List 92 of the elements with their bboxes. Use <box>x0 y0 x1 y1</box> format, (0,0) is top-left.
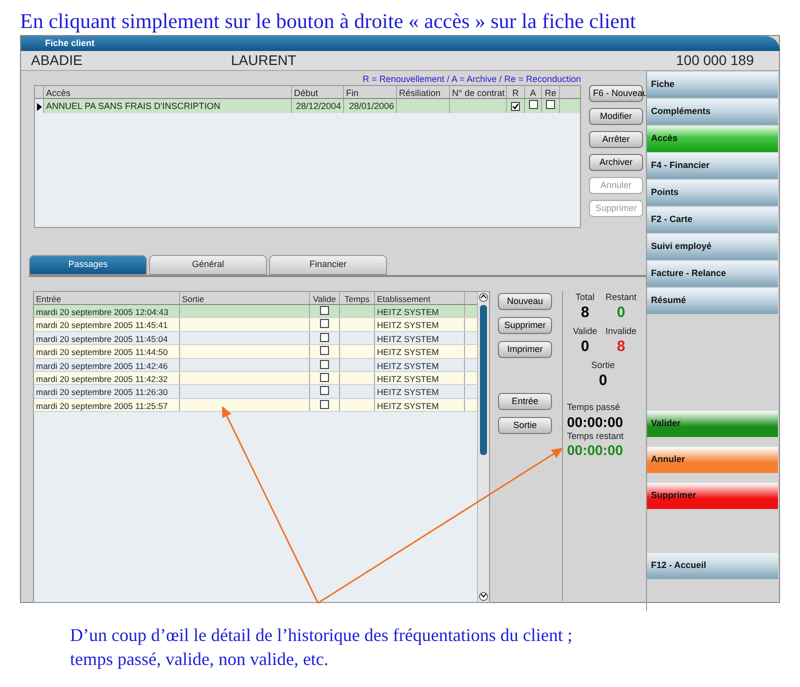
sidebar-button[interactable]: Accès <box>647 126 778 152</box>
column-header: Résiliation <box>397 86 450 98</box>
column-header: Fin <box>344 86 397 98</box>
sidebar-button[interactable]: F2 - Carte <box>647 207 778 233</box>
stat-label: Restant <box>605 291 637 304</box>
legend-text: R = Renouvellement / A = Archive / Re = Reconduction <box>362 73 581 85</box>
checkbox[interactable] <box>528 100 538 109</box>
tab[interactable]: Passages <box>29 255 147 275</box>
column-header: Accès <box>44 86 292 98</box>
action-button[interactable]: Nouveau <box>498 293 552 310</box>
column-header: Sortie <box>180 292 310 304</box>
action-button[interactable]: Modifier <box>589 108 643 125</box>
stat-value: 0 <box>598 372 608 389</box>
sidebar-button[interactable]: Valider <box>647 411 778 437</box>
column-header: N° de contrat <box>450 86 507 98</box>
window-title: Fiche client <box>21 36 780 51</box>
tab[interactable]: Général <box>149 255 267 275</box>
action-button[interactable]: Imprimer <box>498 341 552 358</box>
last-name: ABADIE <box>30 51 84 70</box>
sidebar-button[interactable]: Facture - Relance <box>647 261 778 287</box>
stat-label: Temps restant <box>567 430 625 443</box>
scrollbar[interactable] <box>477 292 489 602</box>
table-cell: mardi 20 septembre 2005 11:44:50 <box>34 345 180 358</box>
table-cell: HEITZ SYSTEM <box>375 305 465 318</box>
sidebar-button[interactable]: Supprimer <box>647 483 778 509</box>
checkbox[interactable] <box>546 100 555 109</box>
table-cell: HEITZ SYSTEM <box>375 372 465 384</box>
caption: En cliquant simplement sur le bouton à droite « accès » sur la fiche client <box>19 8 637 35</box>
checkbox[interactable] <box>320 346 329 356</box>
table-cell: 28/12/2004 <box>292 99 344 113</box>
checkbox[interactable] <box>320 360 329 369</box>
table-cell: 28/01/2006 <box>344 99 397 113</box>
table-cell: HEITZ SYSTEM <box>375 358 465 371</box>
table-cell: mardi 20 septembre 2005 11:42:32 <box>34 372 180 384</box>
action-button[interactable]: Entrée <box>498 393 552 410</box>
stat-value: 0 <box>616 304 626 321</box>
sidebar-button[interactable]: F4 - Financier <box>647 153 778 179</box>
column-header: R <box>507 86 525 98</box>
column-header: Valide <box>310 292 340 304</box>
table-cell: ANNUEL PA SANS FRAIS D'INSCRIPTION <box>44 99 292 113</box>
column-header: Entrée <box>34 292 180 304</box>
action-button[interactable]: Sortie <box>498 417 552 434</box>
scroll-up-icon[interactable] <box>479 293 488 302</box>
stat-value: 8 <box>616 338 626 355</box>
table-cell: mardi 20 septembre 2005 11:25:57 <box>34 398 180 412</box>
sidebar-button[interactable]: F12 - Accueil <box>647 553 778 579</box>
table-cell: HEITZ SYSTEM <box>375 332 465 344</box>
first-name: LAURENT <box>231 51 298 70</box>
table-cell: HEITZ SYSTEM <box>375 318 465 331</box>
table-cell: mardi 20 septembre 2005 12:04:43 <box>34 305 180 318</box>
action-button[interactable]: Arrêter <box>589 131 643 148</box>
checkbox[interactable] <box>320 400 329 409</box>
table-cell: HEITZ SYSTEM <box>375 385 465 398</box>
column-header: A <box>525 86 542 98</box>
column-header: Temps <box>340 292 375 304</box>
action-button[interactable]: Archiver <box>589 154 643 171</box>
stat-label: Invalide <box>605 325 637 338</box>
scroll-down-icon[interactable] <box>479 592 488 601</box>
checkbox[interactable] <box>320 386 329 396</box>
client-number: 100 000 189 <box>676 51 754 70</box>
checkbox[interactable] <box>320 332 329 342</box>
table-cell: HEITZ SYSTEM <box>375 345 465 358</box>
time-value: 00:00:00 <box>567 414 624 430</box>
column-header: Etablissement <box>375 292 465 304</box>
table-cell: mardi 20 septembre 2005 11:45:41 <box>34 318 180 331</box>
checkbox[interactable] <box>320 372 329 382</box>
column-header: Début <box>292 86 344 98</box>
sidebar-button[interactable]: Résumé <box>647 288 778 314</box>
stat-label: Temps passé <box>567 401 622 414</box>
stat-label: Sortie <box>591 359 615 372</box>
checkbox[interactable] <box>320 319 329 328</box>
action-button[interactable]: Supprimer <box>498 317 552 334</box>
sidebar-button[interactable]: Annuler <box>647 447 778 473</box>
sidebar-button[interactable]: Fiche <box>647 72 778 98</box>
stat-value: 8 <box>580 304 590 321</box>
tab[interactable]: Financier <box>269 255 387 275</box>
time-value: 00:00:00 <box>567 443 624 459</box>
caption: D’un coup d’œil le détail de l’historique des fréquentations du client ; temps passé, valide, non valide, etc. <box>70 624 574 672</box>
column-header: Re <box>542 86 560 98</box>
table-cell: mardi 20 septembre 2005 11:26:30 <box>34 385 180 398</box>
checkbox[interactable] <box>320 306 329 315</box>
table-cell: HEITZ SYSTEM <box>375 398 465 412</box>
checkbox[interactable] <box>511 102 520 111</box>
sidebar-button[interactable]: Points <box>647 180 778 206</box>
stat-label: Valide <box>572 325 598 338</box>
table-cell: mardi 20 septembre 2005 11:42:46 <box>34 358 180 371</box>
table-cell: mardi 20 septembre 2005 11:45:04 <box>34 332 180 344</box>
sidebar-button[interactable]: Compléments <box>647 99 778 125</box>
sidebar-button[interactable]: Suivi employé <box>647 234 778 260</box>
stat-value: 0 <box>580 338 590 355</box>
stat-label: Total <box>575 291 594 304</box>
checkmark-icon <box>512 103 519 110</box>
